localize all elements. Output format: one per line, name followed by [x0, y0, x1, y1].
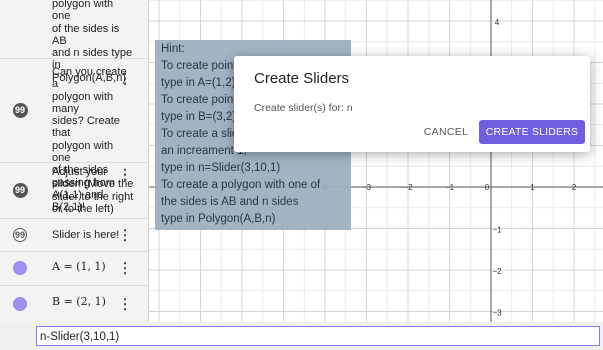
point-color-icon[interactable] — [0, 285, 40, 322]
hint-line: type in Polygon(A,B,n) — [161, 213, 276, 225]
algebra-item[interactable]: 99 Adjust your slider! (Move the slider … — [0, 162, 148, 219]
algebra-item[interactable]: 99 Can you create a polygon with many si… — [0, 58, 148, 213]
point-color-icon[interactable] — [0, 251, 40, 285]
y-tick-label: −1 — [492, 226, 502, 235]
dialog-title: Create Sliders — [254, 70, 350, 87]
item-menu-icon[interactable]: ⋮ — [118, 226, 132, 243]
hint-line: To create a polygon with one of — [161, 179, 321, 191]
quote-outline-icon: 99 — [13, 227, 27, 242]
hint-line: type in B=(3,2) — [161, 111, 237, 123]
input-bar: n-Slider(3,10,1) — [0, 322, 603, 350]
x-tick-label: 1 — [530, 183, 535, 192]
hint-line: the sides is AB and n sides — [161, 196, 299, 208]
y-tick-label: −2 — [492, 267, 502, 276]
dialog-message: Create slider(s) for: n — [254, 102, 353, 114]
x-tick-label: −2 — [403, 183, 413, 192]
item-menu-icon[interactable]: ⋮ — [118, 260, 132, 277]
y-tick-label: −3 — [492, 309, 502, 318]
algebra-view: polygon with one of the sides is AB and … — [0, 0, 148, 322]
x-tick-label: −1 — [445, 183, 455, 192]
item-menu-icon[interactable]: ⋮ — [118, 70, 132, 87]
x-tick-label: −3 — [362, 183, 372, 192]
x-tick-label: 0 — [485, 183, 490, 192]
algebra-item[interactable]: A = (1, 1) ⋮ — [0, 251, 148, 286]
algebra-item[interactable]: polygon with one of the sides is AB and … — [0, 0, 148, 84]
algebra-item[interactable]: 99 Slider is here! ⋮ — [0, 218, 148, 252]
input-field[interactable]: n-Slider(3,10,1) — [36, 326, 600, 346]
create-sliders-dialog: Create Sliders Create slider(s) for: n C… — [234, 56, 590, 152]
algebra-item[interactable]: B = (2, 1) ⋮ — [0, 285, 148, 322]
hint-line: Hint: — [161, 43, 185, 55]
hint-line: type in n=Slider(3,10,1) — [161, 162, 281, 174]
item-menu-icon[interactable]: ⋮ — [118, 295, 132, 312]
quote-icon: 99 — [0, 162, 40, 218]
y-tick-label: 4 — [495, 18, 500, 27]
item-menu-icon[interactable]: ⋮ — [118, 166, 132, 183]
quote-icon: 99 — [0, 58, 40, 162]
hint-line: type in A=(1,2) — [161, 77, 236, 89]
x-tick-label: 2 — [572, 183, 577, 192]
cancel-button[interactable]: CANCEL — [416, 120, 476, 144]
create-sliders-button[interactable]: CREATE SLIDERS — [479, 120, 585, 144]
